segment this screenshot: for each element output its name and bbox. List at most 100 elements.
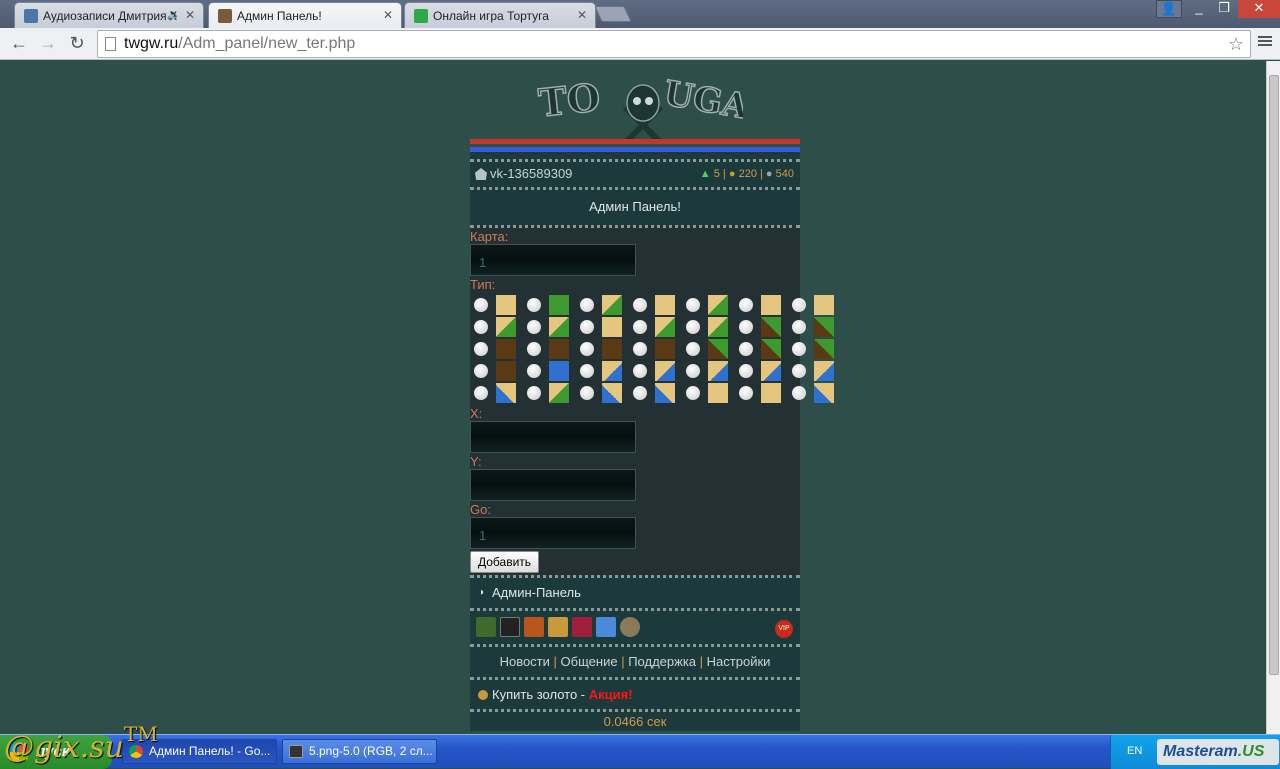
y-input[interactable] xyxy=(470,469,636,501)
go-input[interactable]: 1 xyxy=(470,517,636,549)
tile-swatch[interactable] xyxy=(602,339,622,359)
tile-radio[interactable] xyxy=(527,342,541,356)
tile-swatch[interactable] xyxy=(814,295,834,315)
vip-badge[interactable]: VIP xyxy=(775,620,793,638)
helmet-icon[interactable] xyxy=(476,617,496,637)
tile-radio[interactable] xyxy=(633,342,647,356)
tile-swatch[interactable] xyxy=(655,295,675,315)
tile-swatch[interactable] xyxy=(761,295,781,315)
tile-radio[interactable] xyxy=(633,386,647,400)
tile-swatch[interactable] xyxy=(496,383,516,403)
tile-swatch[interactable] xyxy=(814,361,834,381)
tile-swatch[interactable] xyxy=(761,339,781,359)
tile-radio[interactable] xyxy=(792,364,806,378)
tile-radio[interactable] xyxy=(686,320,700,334)
tab-tortuga[interactable]: Онлайн игра Тортуга ✕ xyxy=(404,2,596,28)
tile-radio[interactable] xyxy=(527,298,541,312)
forward-icon[interactable]: → xyxy=(37,33,59,55)
tile-swatch[interactable] xyxy=(655,383,675,403)
username[interactable]: vk-136589309 xyxy=(490,166,572,181)
tile-swatch[interactable] xyxy=(814,383,834,403)
sun-icon[interactable] xyxy=(524,617,544,637)
masteram-tray-badge[interactable]: Masteram.US xyxy=(1157,739,1279,765)
tile-radio[interactable] xyxy=(686,386,700,400)
tile-radio[interactable] xyxy=(474,364,488,378)
tile-swatch[interactable] xyxy=(655,361,675,381)
tile-swatch[interactable] xyxy=(496,361,516,381)
tile-swatch[interactable] xyxy=(549,361,569,381)
admin-menu-item[interactable]: ◗ Админ-Панель xyxy=(470,575,800,608)
tile-swatch[interactable] xyxy=(655,339,675,359)
tile-radio[interactable] xyxy=(739,386,753,400)
tile-swatch[interactable] xyxy=(761,361,781,381)
news-link[interactable]: Новости xyxy=(500,654,550,669)
tile-radio[interactable] xyxy=(527,320,541,334)
tile-swatch[interactable] xyxy=(549,295,569,315)
tile-swatch[interactable] xyxy=(761,383,781,403)
tile-swatch[interactable] xyxy=(708,339,728,359)
tile-radio[interactable] xyxy=(686,342,700,356)
scrollbar-thumb[interactable] xyxy=(1269,75,1279,675)
x-input[interactable] xyxy=(470,421,636,453)
bookmark-star-icon[interactable]: ☆ xyxy=(1228,31,1244,57)
tile-radio[interactable] xyxy=(792,342,806,356)
reload-icon[interactable]: ↻ xyxy=(66,33,88,55)
chat-link[interactable]: Общение xyxy=(561,654,618,669)
tile-swatch[interactable] xyxy=(708,317,728,337)
speaker-icon[interactable]: 🔈 xyxy=(167,8,181,21)
pirate-icon[interactable] xyxy=(500,617,520,637)
taskbar-chrome-window[interactable]: Админ Панель! - Go... xyxy=(122,739,277,764)
tab-audio[interactable]: Аудиозаписи Дмитрия К 🔈 ✕ xyxy=(14,2,204,28)
skull-icon[interactable] xyxy=(620,617,640,637)
address-bar[interactable]: twgw.ru/Adm_panel/new_ter.php ☆ xyxy=(97,30,1251,58)
tile-swatch[interactable] xyxy=(655,317,675,337)
taskbar-gimp-window[interactable]: 5.png-5.0 (RGB, 2 сл... xyxy=(282,739,437,764)
tile-radio[interactable] xyxy=(527,364,541,378)
buy-gold-link[interactable]: Купить золото - Акция! xyxy=(470,677,800,709)
tile-radio[interactable] xyxy=(580,298,594,312)
close-tab-icon[interactable]: ✕ xyxy=(577,8,587,22)
close-tab-icon[interactable]: ✕ xyxy=(185,8,195,22)
tile-radio[interactable] xyxy=(474,386,488,400)
tile-swatch[interactable] xyxy=(708,383,728,403)
tile-radio[interactable] xyxy=(739,342,753,356)
tile-radio[interactable] xyxy=(474,298,488,312)
tile-swatch[interactable] xyxy=(761,317,781,337)
add-button[interactable]: Добавить xyxy=(470,551,540,573)
tile-radio[interactable] xyxy=(739,320,753,334)
minimize-button[interactable]: _ xyxy=(1186,0,1212,18)
tile-swatch[interactable] xyxy=(708,295,728,315)
tile-swatch[interactable] xyxy=(602,295,622,315)
star-icon[interactable] xyxy=(572,617,592,637)
maximize-button[interactable]: ❐ xyxy=(1212,0,1236,18)
tile-swatch[interactable] xyxy=(814,317,834,337)
back-icon[interactable]: ← xyxy=(8,33,30,55)
tile-radio[interactable] xyxy=(527,386,541,400)
tile-swatch[interactable] xyxy=(602,383,622,403)
tile-radio[interactable] xyxy=(686,364,700,378)
tile-swatch[interactable] xyxy=(549,339,569,359)
tile-radio[interactable] xyxy=(739,298,753,312)
tile-radio[interactable] xyxy=(474,342,488,356)
tile-radio[interactable] xyxy=(580,386,594,400)
vertical-scrollbar[interactable] xyxy=(1266,61,1280,734)
tile-radio[interactable] xyxy=(739,364,753,378)
compass-icon[interactable] xyxy=(596,617,616,637)
map-icon[interactable] xyxy=(548,617,568,637)
tile-swatch[interactable] xyxy=(549,317,569,337)
tile-radio[interactable] xyxy=(792,386,806,400)
tile-swatch[interactable] xyxy=(814,339,834,359)
menu-icon[interactable] xyxy=(1258,34,1272,48)
tile-swatch[interactable] xyxy=(549,383,569,403)
profile-icon[interactable]: 👤 xyxy=(1156,0,1182,18)
language-indicator[interactable]: EN xyxy=(1127,745,1142,757)
tile-swatch[interactable] xyxy=(602,317,622,337)
tile-radio[interactable] xyxy=(792,298,806,312)
tile-radio[interactable] xyxy=(474,320,488,334)
tile-radio[interactable] xyxy=(580,320,594,334)
close-window-button[interactable]: ✕ xyxy=(1238,0,1280,18)
start-button[interactable]: пуск xyxy=(0,735,112,769)
tile-radio[interactable] xyxy=(792,320,806,334)
tile-swatch[interactable] xyxy=(708,361,728,381)
tile-radio[interactable] xyxy=(580,364,594,378)
